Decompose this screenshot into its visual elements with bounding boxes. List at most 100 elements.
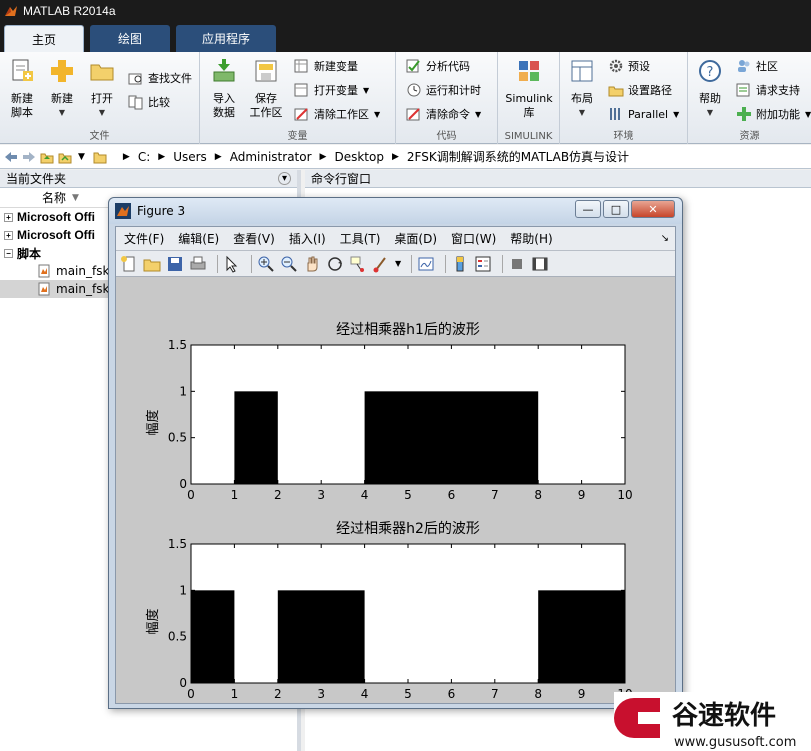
x-tick-label: 1: [231, 687, 239, 701]
panel-options-icon[interactable]: ▾: [278, 172, 291, 185]
breadcrumb-item[interactable]: Desktop: [334, 150, 384, 164]
rotate-3d-icon[interactable]: [326, 255, 344, 273]
save-workspace-label: 保存 工作区: [249, 92, 283, 119]
gear-icon: [609, 59, 623, 73]
tab-apps[interactable]: 应用程序: [176, 25, 276, 52]
breadcrumb-item[interactable]: 2FSK调制解调系统的MATLAB仿真与设计: [407, 148, 629, 165]
open-file-icon[interactable]: [143, 255, 161, 273]
new-variable-button[interactable]: 新建变量: [294, 56, 358, 76]
command-window-title: 命令行窗口: [311, 172, 372, 186]
svg-text:?: ?: [707, 65, 714, 80]
x-tick-label: 6: [448, 488, 456, 502]
folder-label: Microsoft Offi: [17, 210, 95, 224]
dock-arrow-icon[interactable]: ↘: [661, 233, 669, 244]
browse-folder-icon[interactable]: [58, 150, 72, 164]
pan-hand-icon[interactable]: [303, 255, 321, 273]
menu-file[interactable]: 文件(F): [124, 230, 164, 247]
up-folder-icon[interactable]: [40, 150, 54, 164]
y-tick-label: 0.5: [168, 431, 187, 445]
help-button[interactable]: ? 帮助 ▼: [690, 56, 730, 120]
expand-icon[interactable]: +: [4, 212, 13, 222]
name-column-label: 名称: [42, 191, 67, 205]
find-files-button[interactable]: 查找文件: [128, 68, 192, 88]
menu-window[interactable]: 窗口(W): [451, 230, 496, 247]
analyze-code-button[interactable]: 分析代码: [406, 56, 470, 76]
colorbar-icon[interactable]: [451, 255, 469, 273]
menu-edit[interactable]: 编辑(E): [178, 230, 219, 247]
clear-workspace-button[interactable]: 清除工作区 ▼: [294, 104, 380, 124]
chevron-down-icon[interactable]: ▼: [395, 259, 401, 268]
save-workspace-button[interactable]: 保存 工作区: [246, 56, 286, 120]
show-plot-tools-icon[interactable]: [531, 255, 549, 273]
toolbar-divider: [251, 254, 252, 273]
community-button[interactable]: 社区: [736, 56, 778, 76]
figure-toolbar: ▼: [116, 251, 675, 277]
help-label: 帮助: [699, 92, 721, 105]
minimize-button[interactable]: —: [575, 200, 601, 218]
data-cursor-icon[interactable]: [349, 255, 367, 273]
menu-desktop[interactable]: 桌面(D): [394, 230, 437, 247]
save-workspace-icon: [255, 60, 277, 82]
zoom-in-icon[interactable]: [257, 255, 275, 273]
close-button[interactable]: ✕: [631, 200, 675, 218]
chevron-right-icon: ▶: [214, 151, 222, 162]
menu-view[interactable]: 查看(V): [233, 230, 275, 247]
set-path-button[interactable]: 设置路径: [608, 80, 672, 100]
compare-button[interactable]: 比较: [128, 92, 170, 112]
new-script-button[interactable]: 新建 脚本: [2, 56, 42, 120]
run-and-time-button[interactable]: 运行和计时: [406, 80, 481, 100]
print-icon[interactable]: [189, 255, 207, 273]
brush-icon[interactable]: [372, 255, 390, 273]
new-figure-icon[interactable]: [120, 255, 138, 273]
tab-home[interactable]: 主页: [4, 25, 84, 52]
open-button[interactable]: 打开 ▼: [82, 56, 122, 120]
clear-commands-label: 清除命令: [426, 108, 470, 121]
forward-arrow-icon[interactable]: [22, 150, 36, 164]
add-ons-button[interactable]: 附加功能 ▼: [736, 104, 811, 124]
hide-plot-tools-icon[interactable]: [508, 255, 526, 273]
group-label-simulink: SIMULINK: [504, 131, 553, 142]
maximize-button[interactable]: □: [603, 200, 629, 218]
breadcrumb-item[interactable]: C:: [138, 150, 150, 164]
chevron-down-icon: ▼: [805, 109, 811, 119]
m-file-icon: [38, 282, 50, 296]
parallel-button[interactable]: Parallel ▼: [608, 104, 679, 124]
chevron-down-icon[interactable]: ▼: [78, 152, 85, 162]
run-and-time-label: 运行和计时: [426, 84, 481, 97]
open-variable-button[interactable]: 打开变量 ▼: [294, 80, 369, 100]
menu-insert[interactable]: 插入(I): [289, 230, 326, 247]
simulink-label: Simulink 库: [505, 92, 553, 119]
layout-button[interactable]: 布局 ▼: [562, 56, 602, 120]
group-label-file: 文件: [89, 131, 110, 142]
new-script-icon: [12, 59, 33, 81]
preferences-button[interactable]: 预设: [608, 56, 650, 76]
figure-body: 文件(F) 编辑(E) 查看(V) 插入(I) 工具(T) 桌面(D) 窗口(W…: [115, 226, 676, 719]
add-ons-label: 附加功能: [756, 108, 800, 121]
collapse-icon[interactable]: −: [4, 248, 13, 258]
figure-menubar: 文件(F) 编辑(E) 查看(V) 插入(I) 工具(T) 桌面(D) 窗口(W…: [116, 227, 675, 251]
matlab-logo-icon: [5, 6, 17, 16]
legend-icon[interactable]: [474, 255, 492, 273]
save-icon[interactable]: [166, 255, 184, 273]
menu-tools[interactable]: 工具(T): [340, 230, 381, 247]
menu-help[interactable]: 帮助(H): [510, 230, 552, 247]
import-data-button[interactable]: 导入 数据: [204, 56, 244, 120]
clear-commands-button[interactable]: 清除命令 ▼: [406, 104, 481, 124]
waveform-segment: [538, 590, 625, 683]
tab-plots[interactable]: 绘图: [90, 25, 170, 52]
simulink-library-button[interactable]: Simulink 库: [504, 56, 554, 120]
request-support-button[interactable]: 请求支持: [736, 80, 800, 100]
new-button[interactable]: 新建 ▼: [42, 56, 82, 120]
plot-canvas[interactable]: 0 1 2 3 4 5 6 7 8 9 1000.511.5经过相乘器h1后的波形幅度0 1 2 3 4 5 6…: [116, 277, 675, 719]
back-arrow-icon[interactable]: [4, 150, 18, 164]
expand-icon[interactable]: +: [4, 230, 13, 240]
link-plot-icon[interactable]: [417, 255, 435, 273]
breadcrumb-item[interactable]: Administrator: [230, 150, 312, 164]
pointer-icon[interactable]: [223, 255, 241, 273]
breadcrumb-item[interactable]: Users: [173, 150, 207, 164]
y-tick-label: 1.5: [168, 537, 187, 551]
zoom-out-icon[interactable]: [280, 255, 298, 273]
figure-window[interactable]: Figure 3 — □ ✕ 文件(F) 编辑(E) 查看(V) 插入(I) 工…: [108, 197, 683, 719]
chevron-right-icon: ▶: [319, 151, 327, 162]
waveform-segment: [234, 391, 278, 484]
